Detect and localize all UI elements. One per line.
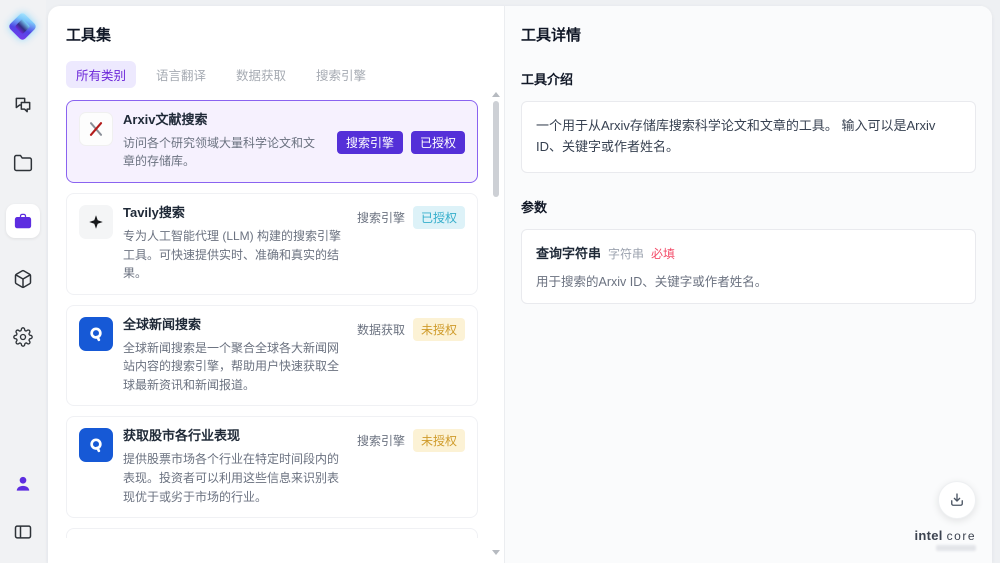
category-tag: 数据获取: [356, 322, 405, 337]
intro-heading: 工具介绍: [521, 72, 574, 87]
tool-name: 获取股市各行业表现: [123, 428, 241, 444]
toolset-title: 工具集: [66, 27, 112, 44]
status-badge: 未授权: [412, 429, 465, 453]
user-avatar-icon[interactable]: [6, 467, 40, 501]
app-rail: [0, 0, 46, 563]
arxiv-icon: [79, 112, 113, 146]
blue-q-search-icon: [79, 316, 113, 351]
toolset-pane: 工具集 所有类别 语言翻译 数据获取 搜索引擎 Arxiv文献搜索 访问各个研究…: [48, 6, 504, 563]
status-badge: 已授权: [410, 130, 465, 154]
rail-nav: [6, 88, 40, 354]
main-card: 工具集 所有类别 语言翻译 数据获取 搜索引擎 Arxiv文献搜索 访问各个研究…: [48, 6, 992, 563]
tab-language-translation[interactable]: 语言翻译: [146, 61, 216, 88]
cube-icon[interactable]: [6, 262, 40, 296]
settings-gear-icon[interactable]: [6, 320, 40, 354]
param-desc: 用于搜索的Arxiv ID、关键字或作者姓名。: [536, 274, 768, 289]
param-type: 字符串: [608, 246, 645, 261]
category-tabs: 所有类别 语言翻译 数据获取 搜索引擎: [66, 61, 490, 88]
list-scrollbar[interactable]: [491, 92, 501, 555]
tool-item-tavily[interactable]: Tavily搜索 专为人工智能代理 (LLM) 构建的搜索引擎工具。可快速提供实…: [66, 193, 478, 295]
details-title: 工具详情: [521, 27, 582, 44]
tool-name: Tavily搜索: [123, 205, 185, 221]
tab-data-acquisition[interactable]: 数据获取: [226, 61, 296, 88]
category-tag: 搜索引擎: [336, 130, 403, 154]
app-logo-icon[interactable]: [7, 10, 39, 44]
tool-desc: 访问各个研究领域大量科学论文和文章的存储库。: [123, 135, 316, 169]
chat-icon[interactable]: [6, 88, 40, 122]
toolbox-icon-active[interactable]: [6, 204, 40, 238]
tool-list: Arxiv文献搜索 访问各个研究领域大量科学论文和文章的存储库。 搜索引擎 已授…: [66, 100, 490, 538]
scrollbar-thumb[interactable]: [493, 101, 499, 197]
sparkle-star-icon: [79, 205, 113, 240]
download-button[interactable]: [938, 481, 976, 519]
tool-item-sector-performance[interactable]: 获取股市各行业表现 提供股票市场各个行业在特定时间段内的表现。投资者可以利用这些…: [66, 416, 478, 519]
panel-toggle-icon[interactable]: [6, 515, 40, 549]
tab-search-engine[interactable]: 搜索引擎: [306, 61, 376, 88]
intro-card: 一个用于从Arxiv存储库搜索科学论文和文章的工具。 输入可以是Arxiv ID…: [521, 101, 976, 173]
param-required-label: 必填: [651, 246, 676, 261]
intel-core-logo: intel core: [914, 528, 976, 551]
brand-subtext-blur: [936, 545, 976, 551]
tool-desc: 全球新闻搜索是一个聚合全球各大新闻网站内容的搜索引擎，帮助用户快速获取全球最新资…: [123, 340, 340, 392]
scroll-down-arrow-icon[interactable]: [492, 550, 500, 555]
params-heading: 参数: [521, 199, 548, 215]
brand-core: core: [946, 529, 976, 543]
tool-desc: 提供股票市场各个行业在特定时间段内的表现。投资者可以利用这些信息来识别表现优于或…: [123, 452, 340, 504]
tool-name: Arxiv文献搜索: [123, 112, 208, 127]
param-card: 查询字符串 字符串 必填 用于搜索的Arxiv ID、关键字或作者姓名。: [521, 228, 976, 304]
param-name: 查询字符串: [536, 245, 602, 261]
scroll-up-arrow-icon[interactable]: [492, 92, 500, 97]
tool-desc: 专为人工智能代理 (LLM) 构建的搜索引擎工具。可快速提供实时、准确和真实的结…: [123, 228, 342, 281]
status-badge: 已授权: [412, 206, 465, 230]
category-tag: 搜索引擎: [356, 434, 405, 449]
tool-name: 全球新闻搜索: [123, 316, 202, 332]
tab-all-categories[interactable]: 所有类别: [66, 61, 137, 88]
tool-item-most-active-stocks[interactable]: 获取市场最活跃股票信息 提供当天交易量最高的股票列表，投资者可以利用这些信息来识…: [66, 528, 478, 538]
folder-icon[interactable]: [6, 146, 40, 180]
rail-bottom: [6, 467, 40, 549]
blue-q-search-icon: [79, 428, 113, 463]
brand-intel: intel: [914, 528, 943, 543]
category-tag: 搜索引擎: [356, 211, 405, 226]
tool-item-global-news[interactable]: 全球新闻搜索 全球新闻搜索是一个聚合全球各大新闻网站内容的搜索引擎，帮助用户快速…: [66, 304, 478, 407]
tool-item-arxiv[interactable]: Arxiv文献搜索 访问各个研究领域大量科学论文和文章的存储库。 搜索引擎 已授…: [66, 100, 478, 184]
tool-details-pane: 工具详情 工具介绍 一个用于从Arxiv存储库搜索科学论文和文章的工具。 输入可…: [504, 6, 992, 563]
status-badge: 未授权: [412, 317, 465, 341]
